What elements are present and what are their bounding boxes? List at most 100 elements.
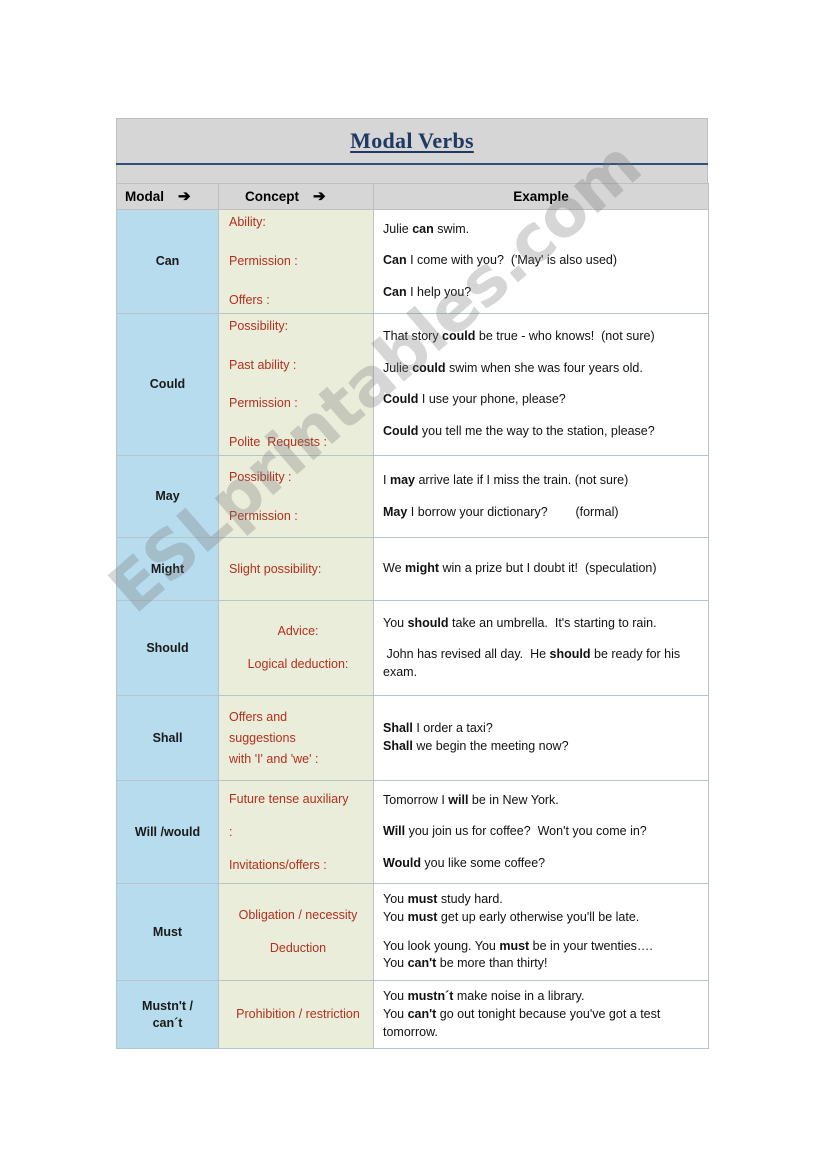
table-row: Shall Offers and suggestions with 'I' and '…: [116, 695, 709, 782]
modal-name-label: Must: [152, 924, 183, 939]
title-spacer: [116, 165, 708, 183]
example-sentence: Would you like some coffee?: [383, 856, 546, 870]
arrow-right-icon: ➔: [313, 188, 326, 205]
example-sentence: You can't be more than thirty!: [383, 956, 548, 971]
modal-keyword: Shall: [383, 739, 413, 754]
example-sentence: You must study hard.: [383, 892, 503, 907]
modal-keyword: can't: [407, 956, 437, 971]
modal-keyword: Shall: [383, 721, 413, 736]
example-cell: You must study hard. You must get up earl…: [373, 883, 709, 982]
modal-name-label: Mustn't / can´t: [142, 998, 193, 1030]
concept-line: Polite Requests :: [229, 435, 327, 450]
concept-line: Ability:: [229, 215, 266, 229]
example-sentence: Shall we begin the meeting now?: [383, 739, 569, 754]
modal-name-label: Could: [149, 376, 186, 391]
table-row: Mustn't / can´t Prohibition / restriction…: [116, 980, 709, 1050]
concept-line: Permission :: [229, 253, 298, 268]
modal-name-cell: Must: [116, 883, 219, 982]
example-sentence: You look young. You must be in your twen…: [383, 938, 653, 953]
column-header-modal-label: Modal: [125, 189, 164, 204]
modal-keyword: must: [407, 909, 438, 924]
modal-name-cell: May: [116, 455, 219, 539]
example-sentence: You mustn´t make noise in a library.: [383, 989, 585, 1004]
worksheet-page: Modal Verbs Modal ➔ Concept ➔ Example Ca…: [0, 0, 821, 1169]
example-sentence: That story could be true - who knows! (n…: [383, 328, 655, 343]
modal-keyword: may: [389, 472, 415, 487]
modal-keyword: could: [412, 360, 446, 375]
modal-keyword: can: [412, 221, 434, 236]
modal-name-label: May: [155, 489, 180, 504]
example-sentence: Julie could swim when she was four years…: [383, 360, 643, 375]
example-sentence: Julie can swim.: [383, 221, 470, 236]
concept-line: :: [229, 824, 233, 839]
concept-line: with 'I' and 'we' :: [229, 751, 319, 766]
concept-cell: Possibility: Past ability : Permission : Po…: [218, 312, 374, 457]
concept-line: Deduction: [269, 941, 327, 956]
modal-keyword: could: [442, 328, 476, 343]
modal-name-label: Shall: [152, 730, 183, 745]
table-row: Can Ability: Permission : Offers : Julie can…: [116, 209, 709, 314]
modal-keyword: May: [383, 504, 408, 519]
title-band: Modal Verbs: [116, 118, 708, 163]
example-cell: You mustn´t make noise in a library. You …: [373, 980, 709, 1050]
concept-cell: Future tense auxiliary: Invitations/offer…: [218, 780, 374, 885]
modal-keyword: Could: [383, 424, 419, 439]
modal-keyword: Could: [383, 392, 419, 407]
concept-cell: Offers and suggestions with 'I' and 'we' :: [218, 695, 374, 782]
modal-keyword: Would: [383, 856, 421, 870]
modal-keyword: Will: [383, 824, 406, 839]
concept-line: Possibility:: [229, 318, 289, 333]
modal-name-cell: Mustn't / can´t: [116, 980, 219, 1050]
modal-name-cell: Will /would: [116, 780, 219, 885]
modal-keyword: Can: [383, 253, 407, 268]
example-sentence: I may arrive late if I miss the train. (…: [383, 472, 629, 487]
example-cell: That story could be true - who knows! (n…: [373, 312, 709, 457]
modal-keyword: Can: [383, 285, 407, 300]
example-spacer: [383, 927, 700, 938]
modal-name-label: Will /would: [134, 824, 201, 839]
concept-line: Permission :: [229, 508, 298, 523]
concept-cell: Possibility : Permission :: [218, 455, 374, 539]
example-cell: Julie can swim. Can I come with you? ('Ma…: [373, 209, 709, 314]
modal-keyword: must: [499, 938, 530, 953]
column-header-modal: Modal ➔: [116, 183, 219, 210]
column-header-example: Example: [373, 183, 709, 210]
modal-keyword: must: [407, 892, 438, 907]
modal-keyword: mustn´t: [407, 989, 454, 1004]
example-sentence: You should take an umbrella. It's starti…: [383, 615, 657, 630]
concept-line: Prohibition / restriction: [236, 1007, 360, 1022]
example-sentence: Shall I order a taxi?: [383, 721, 493, 736]
table-row: Should Advice: Logical deduction: You shoul…: [116, 600, 709, 697]
concept-line: Offers and: [229, 709, 288, 724]
column-header-concept-label: Concept: [245, 189, 299, 204]
concept-cell: Obligation / necessity Deduction: [218, 883, 374, 982]
example-cell: Tomorrow I will be in New York. Will you …: [373, 780, 709, 885]
modal-name-cell: Might: [116, 537, 219, 602]
concept-line: Logical deduction:: [247, 657, 349, 672]
column-header-concept: Concept ➔: [218, 183, 374, 210]
arrow-right-icon: ➔: [178, 188, 191, 205]
example-sentence: Tomorrow I will be in New York.: [383, 792, 559, 807]
table-row: May Possibility : Permission : I may arrive…: [116, 455, 709, 539]
concept-line: Invitations/offers :: [229, 857, 327, 872]
modal-keyword: might: [405, 561, 440, 576]
table-body: Can Ability: Permission : Offers : Julie can…: [116, 209, 709, 1050]
table-row: Might Slight possibility: We might win a p…: [116, 537, 709, 602]
concept-line: Offers :: [229, 292, 270, 307]
example-sentence: We might win a prize but I doubt it! (sp…: [383, 561, 657, 576]
example-sentence: Can I come with you? ('May' is also used…: [383, 253, 618, 268]
example-cell: You should take an umbrella. It's starti…: [373, 600, 709, 697]
modal-verbs-worksheet: Modal Verbs Modal ➔ Concept ➔ Example Ca…: [116, 118, 709, 1050]
concept-line: Past ability :: [229, 357, 297, 372]
example-cell: We might win a prize but I doubt it! (sp…: [373, 537, 709, 602]
modal-name-label: Can: [155, 253, 180, 268]
example-cell: I may arrive late if I miss the train. (…: [373, 455, 709, 539]
concept-cell: Prohibition / restriction: [218, 980, 374, 1050]
table-row: Must Obligation / necessity Deduction You m…: [116, 883, 709, 982]
table-row: Could Possibility: Past ability : Permissio…: [116, 312, 709, 457]
example-sentence: Could you tell me the way to the station…: [383, 424, 655, 439]
modal-name-label: Should: [146, 640, 189, 655]
concept-line: Obligation / necessity: [238, 908, 358, 923]
modal-name-cell: Can: [116, 209, 219, 314]
example-sentence: May I borrow your dictionary? (formal): [383, 504, 619, 519]
